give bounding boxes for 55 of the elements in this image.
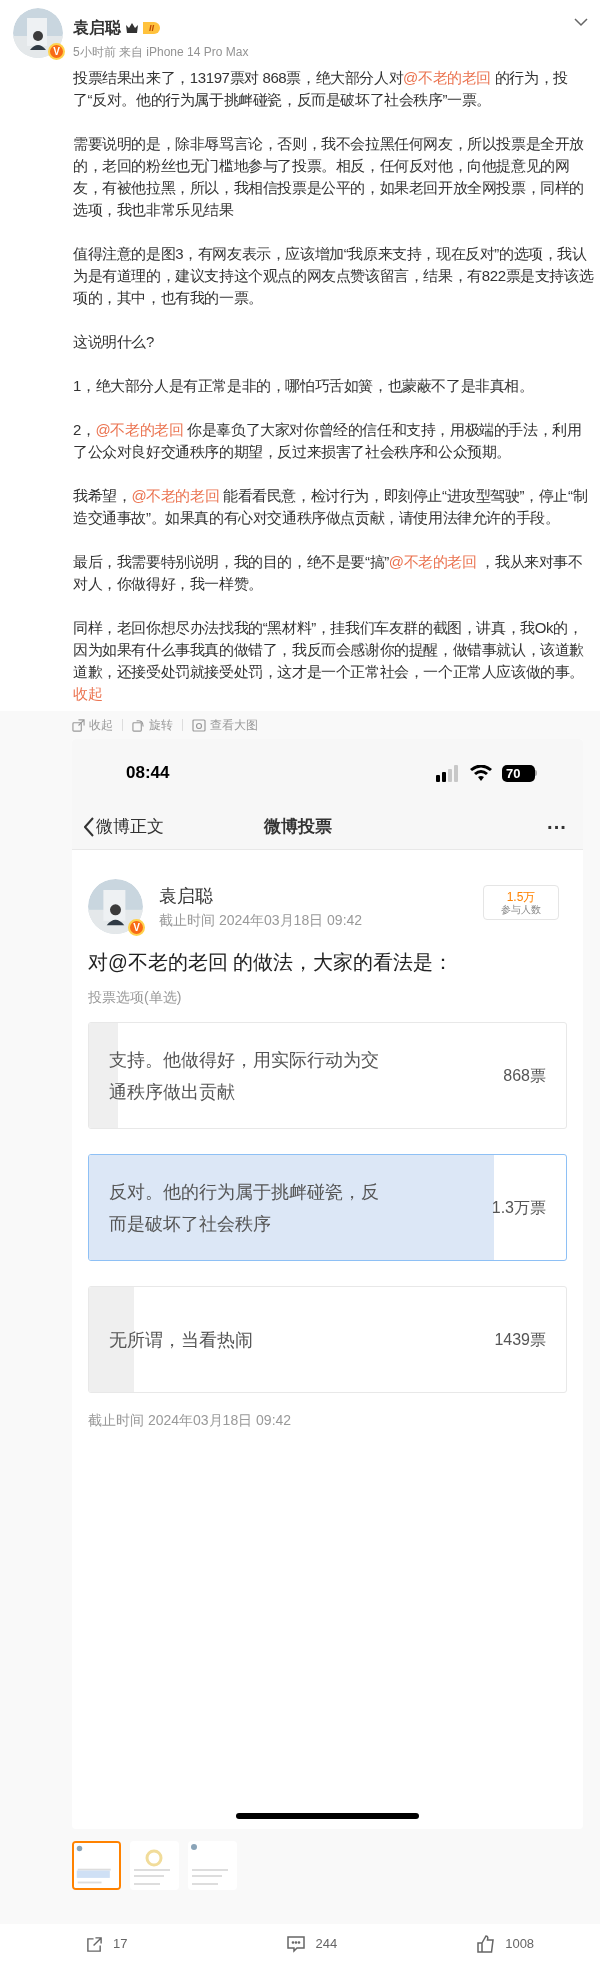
post-action-button[interactable]: 1008	[477, 1934, 535, 1954]
poll-question: 对@不老的老回 的做法，大家的看法是：	[88, 950, 455, 975]
image-thumbnail[interactable]	[72, 1841, 121, 1890]
poll-footer-deadline: 截止时间 2024年03月18日 09:42	[88, 1411, 293, 1431]
mention-link[interactable]: @不老的老回	[403, 69, 491, 86]
participants-badge: 1.5万 参与人数	[483, 885, 559, 920]
rotate-icon	[132, 718, 145, 732]
poll-author: 袁启聪	[159, 884, 214, 908]
like-icon	[477, 1935, 496, 1953]
signal-icon	[436, 764, 460, 782]
battery-icon: 70	[502, 764, 537, 782]
post-paragraph: 1，绝大部分人是有正常是非的，哪怕巧舌如簧，也蒙蔽不了是非真相。	[73, 376, 535, 396]
post-paragraph: 值得注意的是图3，有网友表示，应该增加“我原来支持，现在反对”的选项，我认为是有道理的，建议支持这个观点的网友点赞该留言，结果，有822票是支持该选项的，其中，也有我的一票。	[73, 244, 594, 308]
avatar[interactable]	[88, 879, 143, 934]
post-paragraph: 我希望，@不老的老回 能看看民意，检讨行为，即刻停止“进攻型驾驶”，停止“制造交通事故”。如果真的有心对交通秩序做点贡献，请使用法律允许的手段。	[73, 486, 589, 528]
mention-link[interactable]: @不老的老回	[388, 553, 477, 570]
poll-deadline: 截止时间 2024年03月18日 09:42	[159, 910, 364, 930]
post-paragraph: 这说明什么?	[73, 332, 155, 352]
verified-badge: V	[128, 919, 145, 936]
image-thumbnail[interactable]	[130, 1841, 179, 1890]
image-tool-button[interactable]: 收起	[72, 716, 113, 734]
post-paragraph: 2，@不老的老回 你是辜负了大家对你曾经的信任和支持，用极端的手法，利用了公众对良好交通秩序的期望，反过来损害了社会秩序和公众预期。	[73, 420, 583, 462]
back-button[interactable]: 微博正文	[84, 814, 264, 840]
enlarge-icon	[192, 718, 206, 732]
poll-option[interactable]: 支持。他做得好，用实际行动为交通秩序做出贡献 868票	[88, 1022, 567, 1130]
status-time: 08:44	[126, 762, 170, 785]
page-title: 微博投票	[264, 816, 333, 839]
post-paragraph: 需要说明的是，除非辱骂言论，否则，我不会拉黑任何网友，所以投票是全开放的，老回的粉丝也无门槛地参与了投票。相反，任何反对他，向他提意见的网友，有被他拉黑，所以，我相信投票是公平的，如果老回开放全网投票，同样的选项，我也非常乐见结果	[73, 134, 585, 220]
mention-link[interactable]: @不老的老回	[95, 421, 184, 438]
collapse-icon	[72, 718, 85, 732]
avatar[interactable]	[13, 8, 63, 58]
image-tool-button[interactable]: 查看大图	[192, 716, 258, 734]
back-chevron-icon	[84, 817, 94, 837]
crown-icon	[125, 22, 139, 34]
collapse-link[interactable]: 收起	[73, 685, 103, 702]
wifi-icon	[470, 765, 492, 781]
post-paragraph: 最后，我需要特别说明，我的目的，绝不是要“搞”@不老的老回 ，我从来对事不对人，你做得好，我一样赞。	[73, 552, 584, 594]
image-tool-button[interactable]: 旋转	[132, 716, 173, 734]
chevron-down-icon[interactable]	[574, 17, 588, 27]
post-meta: 5小时前 来自 iPhone 14 Pro Max	[73, 44, 250, 61]
post-paragraph: 同样，老回你想尽办法找我的“黑材料”，挂我们车友群的截图，讲真，我Ok的，因为如果有什么事我真的做错了，我反而会感谢你的提醒，做错事就认，该道歉道歉，还接受处罚就接受处罚，这才是一个正常社会，一个正常人应该做的事。 收起	[73, 618, 585, 704]
verified-badge: V	[48, 43, 65, 60]
image-thumbnail[interactable]	[188, 1841, 237, 1890]
rank-badge: II	[143, 22, 160, 34]
post-paragraph: 投票结果出来了，13197票对 868票，绝大部分人对@不老的老回 的行为，投了“反对。他的行为属于挑衅碰瓷，反而是破坏了社会秩序”一票。	[73, 68, 569, 110]
mention-link[interactable]: @不老的老回	[131, 487, 220, 504]
comment-icon	[287, 1935, 306, 1953]
author-name[interactable]: 袁启聪	[73, 16, 121, 40]
poll-option[interactable]: 反对。他的行为属于挑衅碰瓷，反而是破坏了社会秩序 1.3万票	[88, 1154, 567, 1262]
post-action-button[interactable]: 244	[287, 1934, 338, 1954]
poll-option[interactable]: 无所谓，当看热闹 1439票	[88, 1286, 567, 1394]
share-icon	[86, 1935, 103, 1953]
more-button[interactable]: ···	[547, 817, 567, 837]
poll-type-label: 投票选项(单选)	[88, 988, 183, 1008]
post-action-button[interactable]: 17	[86, 1934, 128, 1954]
